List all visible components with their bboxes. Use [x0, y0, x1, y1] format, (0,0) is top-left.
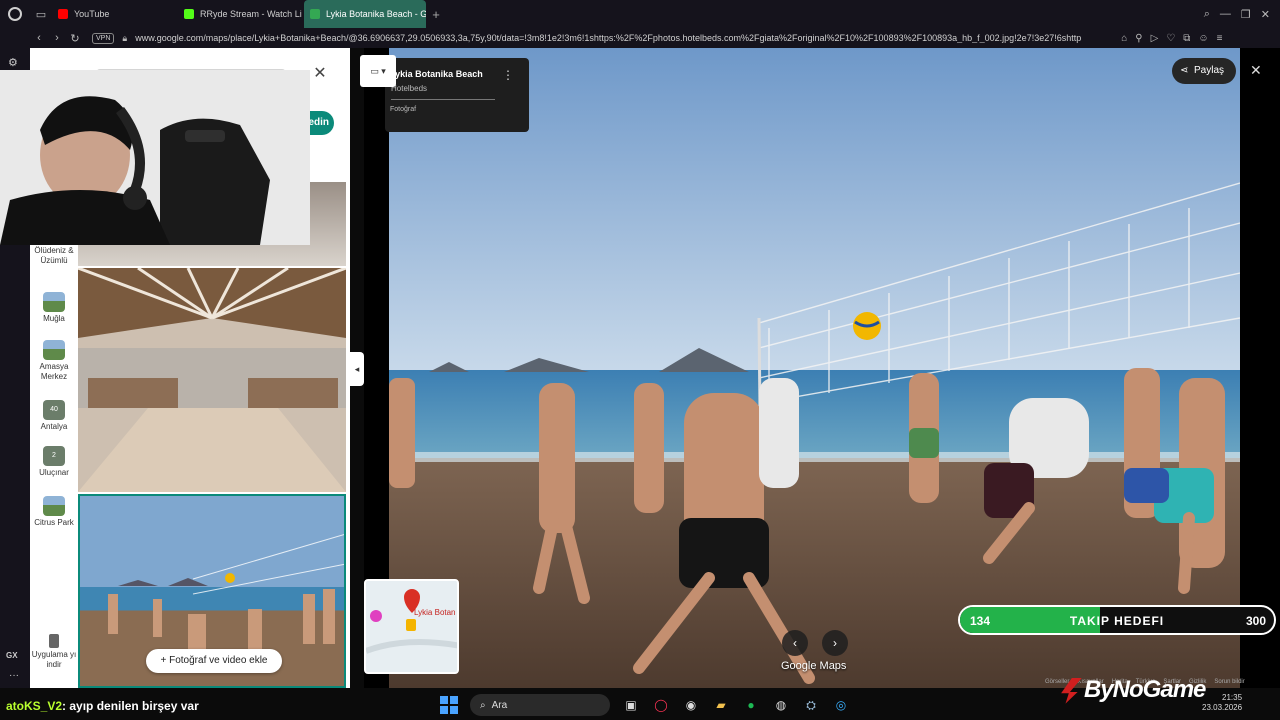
extensions-icon[interactable]: ⧉ — [1183, 33, 1190, 44]
phone-icon — [49, 634, 59, 648]
address-bar: ‹ › ↻ VPN 🔒︎ www.google.com/maps/place/L… — [0, 28, 1280, 48]
lock-icon[interactable]: 🔒︎ — [122, 33, 127, 44]
add-photo-video-button[interactable]: + Fotoğraf ve video ekle — [146, 649, 282, 673]
gx-control-icon[interactable]: ⚙ — [8, 56, 18, 69]
taskbar-search[interactable]: ⌕ Ara — [470, 694, 610, 716]
heart-icon[interactable]: ♡ — [1166, 33, 1175, 44]
share-icon: ⋖ — [1180, 65, 1189, 76]
beach-volleyball-art — [389, 48, 1240, 688]
address-bar-actions: ⌂ ⚲ ▷ ♡ ⧉ ☺ ≡ — [1121, 33, 1222, 44]
tab-title: RRyde Stream - Watch Li — [200, 9, 302, 19]
place-thumbnail: 40 — [43, 400, 65, 420]
google-maps-label: Google Maps — [781, 660, 847, 672]
recent-place-mugla[interactable]: Muğla — [30, 292, 78, 324]
steam-icon[interactable]: ⛭ — [800, 694, 822, 716]
recent-place-citrus-park[interactable]: Citrus Park — [30, 496, 78, 528]
search-tabs-icon[interactable]: ⌕ — [1204, 8, 1210, 21]
pin-icon[interactable]: ⚲ — [1135, 33, 1142, 44]
webcam-art — [0, 70, 310, 245]
search-icon: ⌕ — [480, 699, 486, 711]
minimize-icon[interactable]: — — [1220, 8, 1231, 21]
system-clock[interactable]: 21:35 23.03.2026 — [1202, 693, 1242, 713]
restaurant-photo[interactable] — [78, 268, 346, 492]
tab-kick-stream[interactable]: RRyde Stream - Watch Li — [178, 0, 304, 28]
tab-menu-icon[interactable]: ▭ — [30, 0, 52, 28]
more-options-icon[interactable]: ⋮ — [502, 68, 514, 82]
edge-icon[interactable]: ◎ — [830, 694, 852, 716]
previous-photo-button[interactable]: ‹ — [782, 630, 808, 656]
place-thumbnail — [43, 292, 65, 312]
profile-icon[interactable]: ☺ — [1198, 33, 1208, 44]
chat-username: atoKS_V2 — [6, 699, 63, 713]
new-tab-button[interactable]: + — [426, 7, 446, 22]
restaurant-photo-art — [78, 268, 346, 492]
place-thumbnail: 2 — [43, 446, 65, 466]
window-controls: ⌕ — ❐ ✕ — [1204, 8, 1280, 21]
goal-current: 134 — [970, 614, 991, 628]
tab-youtube[interactable]: YouTube — [52, 0, 178, 28]
bookmark-icon[interactable]: ⌂ — [1121, 33, 1127, 44]
kick-icon — [184, 9, 194, 19]
recent-place-antalya[interactable]: 40 Antalya — [30, 400, 78, 432]
goal-title: TAKIP HEDEFI — [1069, 614, 1165, 628]
photo-type-label: Fotoğraf — [390, 106, 417, 113]
goal-target: 300 — [1245, 614, 1266, 628]
start-button[interactable] — [440, 696, 458, 714]
obs-recording-icon[interactable]: ◍ — [770, 694, 792, 716]
more-icon[interactable]: ··· — [9, 670, 19, 681]
windows-taskbar: ⌕ Ara ▣ ◯ ◉ ▰ ● ◍ ⛭ ◎ 21:35 23.03.2026 — [440, 690, 1280, 720]
google-maps-icon — [310, 9, 320, 19]
get-app-link[interactable]: Uygulama yı indir — [30, 634, 78, 670]
reload-button[interactable]: ↻ — [66, 32, 84, 45]
back-button[interactable]: ‹ — [30, 32, 48, 44]
place-thumbnail — [43, 496, 65, 516]
mini-map[interactable]: Lykia Botan — [364, 579, 459, 674]
close-viewer-icon[interactable]: ✕ — [1250, 62, 1262, 79]
recent-places-column: Ölüdeniz & Üzümlü Muğla Amasya Merkez 40… — [30, 234, 78, 688]
play-icon[interactable]: ▷ — [1151, 33, 1159, 44]
main-beach-photo[interactable] — [389, 48, 1240, 688]
streamer-webcam — [0, 70, 310, 245]
recent-place-ulucinar[interactable]: 2 Uluçınar — [30, 446, 78, 478]
mini-map-label: Lykia Botan — [414, 608, 456, 617]
spotify-icon[interactable]: ● — [740, 694, 762, 716]
recent-place-amasya[interactable]: Amasya Merkez — [30, 340, 78, 382]
obs-icon[interactable]: ◉ — [680, 694, 702, 716]
place-title[interactable]: Lykia Botanika Beach — [390, 69, 483, 79]
close-search-icon[interactable]: ✕ — [310, 64, 330, 84]
share-button[interactable]: ⋖ Paylaş — [1172, 58, 1236, 84]
chat-message: atoKS_V2: ayıp denilen birşey var — [0, 696, 199, 716]
footer-link[interactable]: Sorun bildir — [1214, 679, 1244, 685]
plus-icon: + — [160, 655, 170, 666]
youtube-icon — [58, 9, 68, 19]
opera-gx-logo[interactable] — [0, 0, 30, 28]
photo-category-dropdown[interactable]: ▭ ▾ — [360, 55, 396, 87]
vpn-badge[interactable]: VPN — [92, 32, 115, 44]
forward-button[interactable]: › — [48, 32, 66, 44]
mini-map-art — [366, 581, 457, 672]
chat-text: : ayıp denilen birşey var — [62, 699, 199, 713]
task-view-icon[interactable]: ▣ — [620, 694, 642, 716]
file-explorer-icon[interactable]: ▰ — [710, 694, 732, 716]
gx-label[interactable]: GX — [6, 651, 18, 660]
follow-goal-bar: TAKIP HEDEFI 134 300 — [958, 605, 1276, 635]
tab-google-maps[interactable]: Lykia Botanika Beach - Go — [304, 0, 426, 28]
url-field[interactable]: www.google.com/maps/place/Lykia+Botanika… — [135, 33, 1115, 43]
divider — [391, 99, 495, 100]
place-thumbnail — [43, 340, 65, 360]
browser-tab-bar: ▭ YouTube RRyde Stream - Watch Li Lykia … — [0, 0, 1280, 28]
tab-title: Lykia Botanika Beach - Go — [326, 9, 426, 19]
opera-gx-taskbar-icon[interactable]: ◯ — [650, 694, 672, 716]
maximize-icon[interactable]: ❐ — [1241, 8, 1251, 21]
close-window-icon[interactable]: ✕ — [1261, 8, 1270, 21]
menu-icon[interactable]: ≡ — [1217, 33, 1223, 44]
next-photo-button[interactable]: › — [822, 630, 848, 656]
collapse-panel-button[interactable]: ◂ — [350, 352, 364, 386]
tab-title: YouTube — [74, 9, 110, 19]
photo-provider[interactable]: Hotelbeds — [391, 84, 427, 93]
